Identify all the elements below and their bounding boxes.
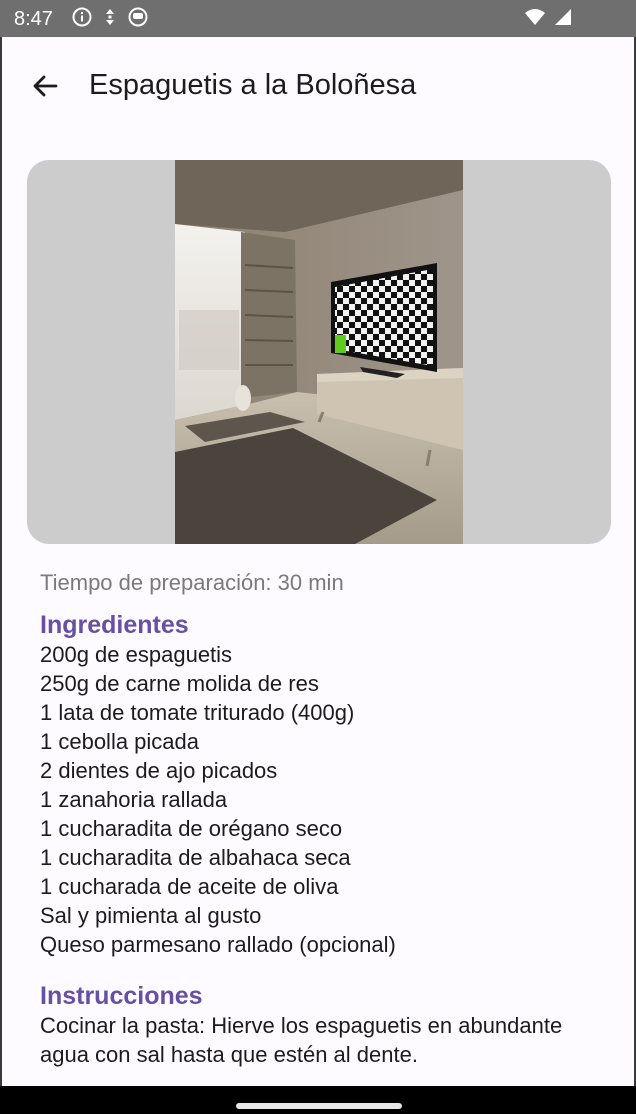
- navigation-bar: [0, 1086, 636, 1114]
- screen: 8:47 Espaguetis a la Boloñesa Tiempo de …: [0, 0, 636, 1086]
- arrow-back-icon: [31, 72, 59, 105]
- ingredient-item: 1 cucharadita de orégano seco: [40, 816, 343, 841]
- recipe-image-card: [27, 160, 611, 544]
- ingredient-item: 200g de espaguetis: [40, 642, 233, 667]
- status-icons-left: [72, 7, 148, 32]
- info-icon: [72, 7, 92, 32]
- ingredient-item: 1 cebolla picada: [40, 729, 200, 754]
- screen-edge-left: [0, 37, 2, 1086]
- page-title: Espaguetis a la Boloñesa: [89, 69, 417, 101]
- status-icons-right: [524, 8, 572, 30]
- data-saver-icon: [102, 7, 118, 32]
- ingredient-item: 250g de carne molida de res: [40, 671, 319, 696]
- ingredient-item: 1 lata de tomate triturado (400g): [40, 700, 355, 725]
- ingredient-item: 2 dientes de ajo picados: [40, 758, 278, 783]
- gesture-handle[interactable]: [236, 1103, 402, 1109]
- wifi-icon: [524, 8, 546, 31]
- ingredient-item: Sal y pimienta al gusto: [40, 903, 262, 928]
- status-time: 8:47: [14, 8, 53, 30]
- instructions-text: Cocinar la pasta: Hierve los espaguetis …: [40, 1013, 563, 1067]
- back-button[interactable]: [24, 67, 66, 109]
- ingredients-list: 200g de espaguetis 250g de carne molida …: [40, 640, 600, 959]
- app-icon: [128, 7, 148, 32]
- status-bar: 8:47: [0, 0, 636, 37]
- ingredients-heading: Ingredientes: [40, 611, 189, 639]
- ingredient-item: Queso parmesano rallado (opcional): [40, 932, 396, 957]
- signal-icon: [552, 8, 572, 31]
- recipe-image: [175, 160, 463, 544]
- ingredient-item: 1 cucharada de aceite de oliva: [40, 874, 339, 899]
- instructions-heading: Instrucciones: [40, 982, 203, 1010]
- top-app-bar: Espaguetis a la Boloñesa: [0, 37, 636, 137]
- ingredient-item: 1 cucharadita de albahaca seca: [40, 845, 351, 870]
- recipe-details: Tiempo de preparación: 30 min Ingredient…: [40, 568, 600, 1069]
- prep-time: Tiempo de preparación: 30 min: [40, 570, 344, 595]
- ingredient-item: 1 zanahoria rallada: [40, 787, 228, 812]
